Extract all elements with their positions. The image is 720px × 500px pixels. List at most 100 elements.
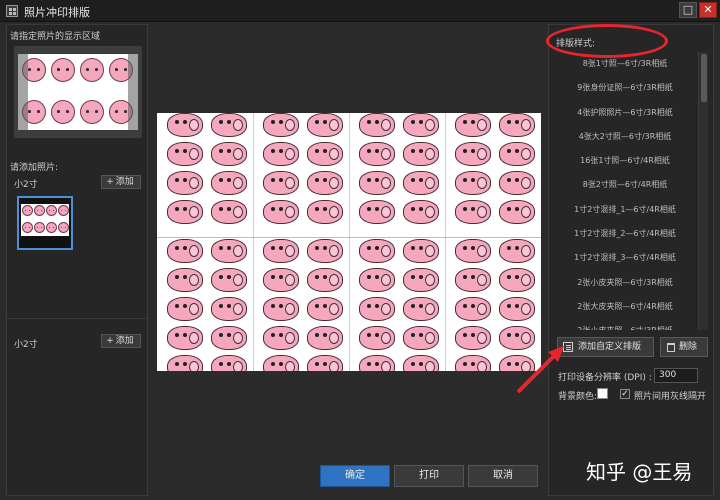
pig-eye [507,149,511,153]
pig-eye [507,304,511,308]
pig-eye [219,178,223,182]
pig-eye [367,275,371,279]
pig-snout [189,119,199,131]
pig-eye [279,246,283,250]
pig-eye [323,304,327,308]
pig-snout [285,245,295,257]
pig-eye [463,333,467,337]
pig-photo-cell [163,198,207,225]
pig-eye [411,362,415,366]
pig-eye [315,362,319,366]
gray-line-checkbox[interactable]: ✓ [620,389,630,399]
layout-style-item[interactable]: 2张小皮夹照—6寸/3R相纸 [552,319,698,330]
pig-photo-cell [495,198,539,225]
pig-eye [323,333,327,337]
pig-eye [367,362,371,366]
pig-eye [375,149,379,153]
pig-eye [367,246,371,250]
pig-eye [271,149,275,153]
pig-eye [271,275,275,279]
pig-snout [285,303,295,315]
delete-button[interactable]: 删除 [660,337,708,357]
pig-snout [189,274,199,286]
pig-eye [315,178,319,182]
pig-eye [323,120,327,124]
ok-button[interactable]: 确定 [320,465,390,487]
pig-eye [227,304,231,308]
add-custom-layout-button[interactable]: 添加自定义排版 [557,337,654,357]
pig-eye [375,275,379,279]
close-button[interactable]: ✕ [699,2,717,18]
pig-snout [381,148,391,160]
layout-style-item[interactable]: 8张2寸照—6寸/4R相纸 [552,173,698,197]
pig-eye [507,246,511,250]
pig-eye [227,333,231,337]
pig-eye [323,275,327,279]
pig-snout [189,148,199,160]
pig-snout [285,332,295,344]
layout-style-item[interactable]: 4张大2寸照—6寸/3R相纸 [552,125,698,149]
pig-eye [227,178,231,182]
maximize-button[interactable]: □ [679,2,697,18]
pig-eye [315,149,319,153]
dpi-input[interactable]: 300 [654,368,698,383]
layout-style-list[interactable]: 8张1寸照—6寸/3R相纸 9张身份证照—6寸/3R相纸 4张护照照片—6寸/3R相… [552,52,698,330]
layout-style-item[interactable]: 16张1寸照—6寸/4R相纸 [552,149,698,173]
layout-style-item[interactable]: 2张大皮夹照—6寸/4R相纸 [552,295,698,319]
pig-photo-cell [259,113,303,138]
pig-snout [425,303,435,315]
pig-photo-cell [259,140,303,167]
display-area-preview[interactable] [14,46,142,138]
print-button[interactable]: 打印 [394,465,464,487]
pig-photo-cell [259,169,303,196]
pig-eye [279,275,283,279]
pig-eye [375,333,379,337]
layout-style-item[interactable]: 2张小皮夹照—6寸/3R相纸 [552,271,698,295]
pig-photo-cell [495,295,539,322]
pig-snout [285,274,295,286]
layout-style-item[interactable]: 1寸2寸混排_2—6寸/4R相纸 [552,222,698,246]
pig-eye [175,120,179,124]
pig-photo-cell [259,266,303,293]
pig-eye [419,149,423,153]
pig-eye [219,275,223,279]
add-photo-button-1[interactable]: + 添加 [101,175,141,189]
pig-snout [381,274,391,286]
pig-snout [521,119,531,131]
pig-photo-cell [399,113,443,138]
preview-crop-shade-left [18,54,28,130]
style-list-scrollbar[interactable] [698,52,708,330]
pig-eye [175,275,179,279]
background-color-swatch[interactable] [597,388,608,399]
photo-thumbnail[interactable] [17,196,73,250]
pig-eye [507,275,511,279]
pig-photo-cell [163,237,207,264]
pig-eye [271,362,275,366]
pig-snout [233,119,243,131]
pig-eye [367,304,371,308]
layout-style-item[interactable]: 4张护照照片—6寸/3R相纸 [552,101,698,125]
pig-photo [58,205,69,216]
gray-separator-line [445,113,446,371]
pig-eye [183,362,187,366]
pig-eye [375,362,379,366]
gray-separator-line [253,113,254,371]
pig-photo [22,205,33,216]
add-photo-button-label: 添加 [115,336,134,346]
pig-eye [411,178,415,182]
pig-eye [219,304,223,308]
pig-photo-cell [207,266,251,293]
layout-style-item[interactable]: 1寸2寸混排_1—6寸/4R相纸 [552,198,698,222]
pig-photo-cell [451,113,495,138]
pig-photo-cell [355,295,399,322]
add-photo-button-2[interactable]: + 添加 [101,334,141,348]
cancel-button[interactable]: 取消 [468,465,538,487]
scroll-thumb[interactable] [701,54,707,102]
layout-style-item[interactable]: 9张身份证照—6寸/3R相纸 [552,76,698,100]
pig-eye [323,149,327,153]
pig-eye [323,362,327,366]
pig-photo [80,58,104,82]
pig-eye [411,207,415,211]
pig-eye [515,178,519,182]
layout-style-item[interactable]: 1寸2寸混排_3—6寸/4R相纸 [552,246,698,270]
